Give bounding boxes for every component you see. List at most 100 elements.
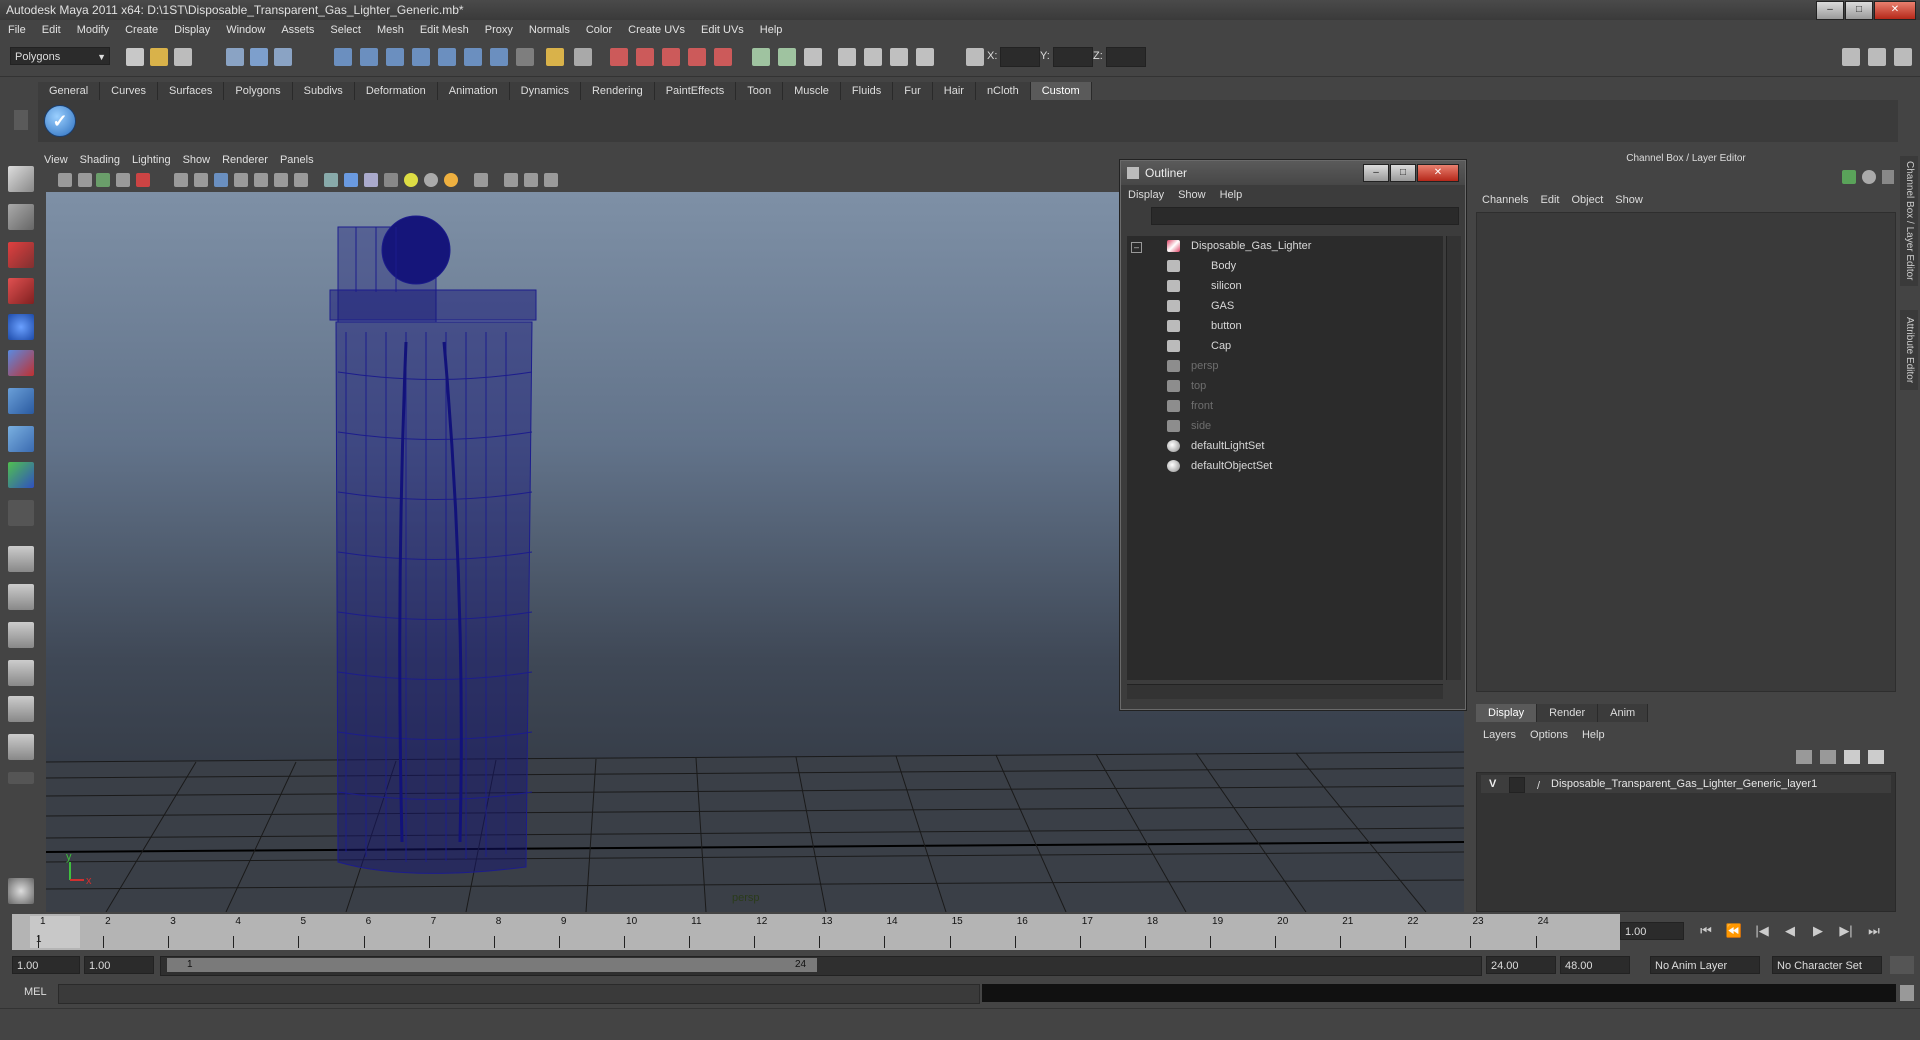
rotate-tool-icon[interactable] [8, 314, 34, 340]
menu-select[interactable]: Select [322, 24, 369, 36]
layout-icon-3[interactable] [1894, 48, 1912, 66]
tab-anim[interactable]: Anim [1598, 704, 1649, 722]
outliner-minimize-button[interactable]: – [1363, 164, 1389, 182]
persp-graph-layout-icon[interactable] [8, 660, 34, 686]
tab-muscle[interactable]: Muscle [783, 82, 841, 100]
close-button[interactable]: ✕ [1874, 1, 1916, 20]
grid-icon[interactable] [174, 173, 188, 187]
move-tool-icon[interactable] [8, 278, 34, 304]
hypershade-layout-icon[interactable] [8, 696, 34, 722]
outliner-close-button[interactable]: ✕ [1417, 164, 1459, 182]
tab-display[interactable]: Display [1476, 704, 1538, 722]
layer-visibility-toggle[interactable]: V [1489, 775, 1503, 793]
viewport-menu-lighting[interactable]: Lighting [126, 154, 177, 166]
render-current-icon[interactable] [610, 48, 628, 66]
tab-hair[interactable]: Hair [932, 82, 976, 100]
menu-assets[interactable]: Assets [273, 24, 322, 36]
tab-fur[interactable]: Fur [893, 82, 933, 100]
tab-deformation[interactable]: Deformation [354, 82, 438, 100]
select-by-component-icon[interactable] [274, 48, 292, 66]
selection-mask-icon[interactable] [574, 48, 592, 66]
universal-manipulator-icon[interactable] [8, 388, 34, 414]
layout-icon-2[interactable] [1868, 48, 1886, 66]
more-layouts-icon[interactable] [8, 772, 34, 784]
viewport-menu-view[interactable]: View [38, 154, 74, 166]
layer-options-menu[interactable]: Options [1523, 729, 1575, 741]
outliner-item[interactable]: Cap [1167, 336, 1231, 356]
show-manipulator-icon[interactable] [8, 462, 34, 488]
viewport-menu-shading[interactable]: Shading [74, 154, 126, 166]
outliner-filter-field[interactable] [1151, 207, 1459, 225]
layer-stack-2-icon[interactable] [1820, 750, 1836, 764]
lock-icon[interactable] [546, 48, 564, 66]
use-all-lights-icon[interactable] [404, 173, 418, 187]
flat-shade-icon[interactable] [344, 173, 358, 187]
four-view-layout-icon[interactable] [8, 584, 34, 610]
select-tool-icon[interactable] [8, 166, 34, 192]
tab-surfaces[interactable]: Surfaces [157, 82, 225, 100]
scale-tool-icon[interactable] [8, 350, 34, 376]
ipr-render-icon[interactable] [636, 48, 654, 66]
layer-row[interactable]: V / Disposable_Transparent_Gas_Lighter_G… [1481, 775, 1891, 793]
field-chart-icon[interactable] [214, 173, 228, 187]
lasso-tool-icon[interactable] [8, 204, 34, 230]
new-scene-icon[interactable] [126, 48, 144, 66]
menu-edit-uvs[interactable]: Edit UVs [693, 24, 752, 36]
outliner-menu-show[interactable]: Show [1171, 189, 1213, 201]
tab-painteffects[interactable]: PaintEffects [654, 82, 737, 100]
animation-end-field[interactable]: 48.00 [1560, 956, 1630, 974]
side-tab-attribute-editor[interactable]: Attribute Editor [1900, 310, 1918, 390]
wireframe-icon[interactable] [274, 173, 288, 187]
new-layer-selected-icon[interactable] [1868, 750, 1884, 764]
viewport-menu-panels[interactable]: Panels [274, 154, 320, 166]
resolution-gate-icon[interactable] [136, 173, 150, 187]
xray-icon[interactable] [504, 173, 518, 187]
brush-icon[interactable] [1882, 170, 1894, 184]
menu-window[interactable]: Window [218, 24, 273, 36]
layers-menu[interactable]: Layers [1476, 729, 1523, 741]
tab-curves[interactable]: Curves [100, 82, 158, 100]
y-field[interactable] [1053, 47, 1093, 67]
menu-help[interactable]: Help [752, 24, 791, 36]
viewport-menu-show[interactable]: Show [177, 154, 217, 166]
mode-selector[interactable]: Polygons ▼ [10, 47, 110, 65]
make-live-icon[interactable] [438, 48, 456, 66]
outliner-menu-help[interactable]: Help [1213, 189, 1250, 201]
current-time-field[interactable]: 1.00 [1620, 922, 1684, 940]
input-line-mode-icon[interactable] [778, 48, 796, 66]
menu-modify[interactable]: Modify [69, 24, 117, 36]
tab-subdivs[interactable]: Subdivs [292, 82, 355, 100]
channel-box-icon[interactable] [1842, 170, 1856, 184]
shadows-icon[interactable] [424, 173, 438, 187]
minimize-button[interactable]: – [1816, 1, 1844, 20]
outliner-item[interactable]: Body [1167, 256, 1236, 276]
hand-icon[interactable] [8, 878, 34, 904]
textured-icon[interactable] [384, 173, 398, 187]
animation-start-field[interactable]: 1.00 [12, 956, 80, 974]
outliner-item[interactable]: GAS [1167, 296, 1234, 316]
paint-select-tool-icon[interactable] [8, 242, 34, 268]
side-tab-channel-box[interactable]: Channel Box / Layer Editor [1900, 156, 1918, 286]
play-forwards-icon[interactable]: ▶ [1806, 922, 1830, 940]
history-icon[interactable] [464, 48, 482, 66]
layer-type-toggle[interactable] [1509, 777, 1525, 793]
range-slider-handle[interactable]: 1 24 [167, 958, 817, 972]
play-backwards-icon[interactable]: ◀ [1778, 922, 1802, 940]
outliner-item[interactable]: side [1167, 416, 1211, 436]
channel-box-icon[interactable] [890, 48, 908, 66]
smooth-shade-icon[interactable] [324, 173, 338, 187]
layer-editor-icon[interactable] [916, 48, 934, 66]
menu-proxy[interactable]: Proxy [477, 24, 521, 36]
menu-display[interactable]: Display [166, 24, 218, 36]
tool-settings-icon[interactable] [864, 48, 882, 66]
open-scene-icon[interactable] [150, 48, 168, 66]
shelf-menu-icon[interactable] [14, 110, 28, 130]
select-by-hierarchy-icon[interactable] [226, 48, 244, 66]
z-field[interactable] [1106, 47, 1146, 67]
persp-outliner-layout-icon[interactable] [8, 622, 34, 648]
go-to-start-icon[interactable]: ⏮ [1694, 922, 1718, 940]
checkmark-icon[interactable]: ✓ [44, 105, 76, 137]
outliner-titlebar[interactable]: Outliner – □ ✕ [1121, 161, 1465, 185]
channels-menu[interactable]: Channels [1476, 194, 1534, 206]
transform-mode-icon[interactable] [966, 48, 984, 66]
